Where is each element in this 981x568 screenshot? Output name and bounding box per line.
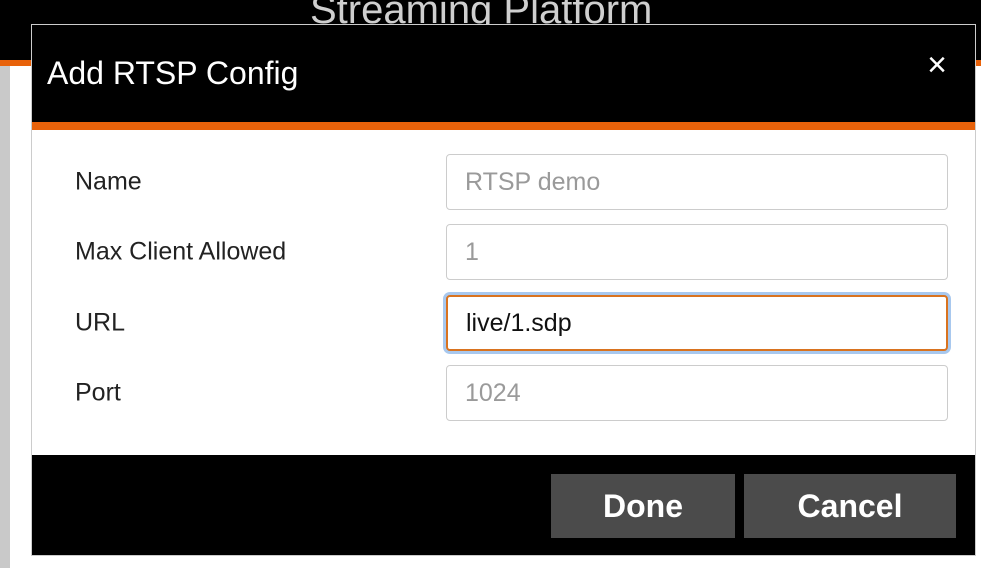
close-icon[interactable]: × bbox=[917, 45, 957, 85]
url-input[interactable] bbox=[446, 295, 948, 351]
cancel-button[interactable]: Cancel bbox=[744, 474, 956, 538]
add-rtsp-config-modal: Add RTSP Config × Name Max Client Allowe… bbox=[32, 25, 975, 555]
name-row: Name bbox=[32, 154, 975, 210]
modal-body: Name Max Client Allowed URL Port bbox=[32, 130, 975, 455]
url-label: URL bbox=[75, 308, 126, 337]
name-input[interactable] bbox=[446, 154, 948, 210]
modal-title: Add RTSP Config bbox=[47, 55, 299, 91]
port-input[interactable] bbox=[446, 365, 948, 421]
max-client-label: Max Client Allowed bbox=[75, 237, 287, 266]
header-accent-bar bbox=[32, 122, 975, 130]
name-label: Name bbox=[75, 167, 142, 196]
modal-header: Add RTSP Config × bbox=[32, 25, 975, 122]
url-row: URL bbox=[32, 295, 975, 351]
modal-footer: Done Cancel bbox=[32, 455, 975, 555]
port-row: Port bbox=[32, 365, 975, 421]
max-client-input[interactable] bbox=[446, 224, 948, 280]
background-left-edge bbox=[0, 66, 10, 568]
max-client-row: Max Client Allowed bbox=[32, 224, 975, 280]
done-button[interactable]: Done bbox=[551, 474, 735, 538]
port-label: Port bbox=[75, 378, 121, 407]
